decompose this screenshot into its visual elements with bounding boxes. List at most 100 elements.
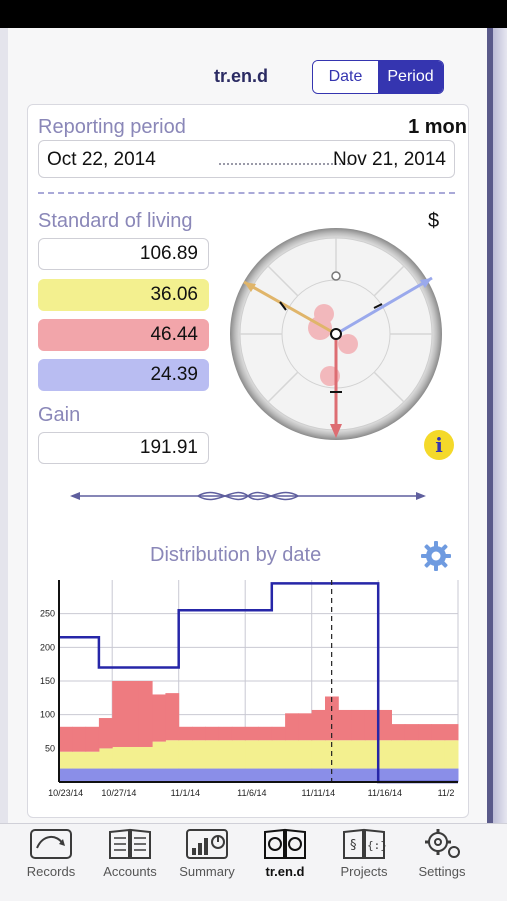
chart-x-tick-label: 11/11/14: [301, 788, 335, 798]
clock-dial[interactable]: [216, 228, 460, 442]
chart-bar-series-2: [231, 726, 246, 741]
chart-bar-series-1: [431, 740, 446, 769]
chart-x-tick-label: 11/16/14: [368, 788, 402, 798]
period-length[interactable]: 1 mon: [408, 116, 467, 139]
chart-bar-series-0: [138, 768, 153, 782]
chart-x-tick-label: 11/1/14: [171, 788, 200, 798]
chart-bar-series-1: [218, 740, 233, 769]
chart-bar-series-2: [311, 709, 326, 741]
chart-bar-series-0: [338, 768, 353, 782]
chart-bar-series-1: [391, 740, 406, 769]
app-title: tr.en.d: [214, 66, 269, 86]
chart-bar-series-1: [138, 746, 153, 769]
date-range-dots: [219, 163, 349, 165]
chart-bar-series-1: [364, 740, 379, 769]
chart-settings-gear-icon[interactable]: [420, 540, 452, 572]
segment-period[interactable]: Period: [378, 61, 443, 93]
gain-value[interactable]: 191.91: [38, 432, 209, 464]
chart-bar-series-1: [298, 740, 313, 769]
chart-bar-series-1: [98, 748, 113, 769]
chart-x-tick-label: 10/23/14: [48, 788, 83, 798]
svg-text:§: §: [350, 838, 357, 853]
chart-bar-series-1: [178, 740, 193, 769]
records-icon: [30, 829, 72, 859]
trend-icon: [264, 828, 306, 859]
chart-bar-series-1: [285, 740, 299, 769]
chart-bar-series-2: [351, 709, 366, 741]
section-divider: [38, 192, 455, 194]
chart-bar-series-1: [72, 751, 87, 769]
chart-bar-series-2: [125, 681, 140, 747]
reporting-period-label: Reporting period: [38, 116, 186, 138]
tab-projects[interactable]: § {:} Projects: [322, 824, 406, 901]
chart-bar-series-2: [205, 726, 220, 741]
chart-bar-series-2: [285, 713, 299, 741]
date-period-segmented-control[interactable]: Date Period: [312, 60, 444, 94]
chart-bar-series-0: [391, 768, 406, 782]
chart-bar-series-2: [59, 726, 73, 752]
info-icon[interactable]: i: [424, 430, 454, 460]
distribution-chart[interactable]: 50 100 150 200 250 10/23/14 10/27/14 11/1/14 11/…: [30, 572, 462, 802]
chart-bar-series-2: [178, 726, 193, 741]
chart-bar-series-0: [125, 768, 140, 782]
settings-icon: [425, 829, 460, 858]
tab-trend[interactable]: tr.en.d: [243, 824, 327, 901]
chart-bar-series-1: [351, 740, 366, 769]
segment-date[interactable]: Date: [313, 61, 378, 93]
chart-bar-series-0: [258, 768, 273, 782]
status-bar: [0, 0, 507, 28]
chart-bar-series-0: [444, 768, 459, 782]
tab-settings[interactable]: Settings: [400, 824, 484, 901]
summary-icon: [186, 829, 228, 859]
chart-x-tick-label: 10/27/14: [101, 788, 136, 798]
chart-bar-series-1: [231, 740, 246, 769]
tab-accounts[interactable]: Accounts: [88, 824, 172, 901]
chart-bar-series-0: [364, 768, 379, 782]
chart-bar-series-1: [418, 740, 432, 769]
chart-bar-series-2: [271, 726, 286, 741]
chart-bar-series-0: [192, 768, 206, 782]
chart-y-tick-label: 250: [40, 609, 55, 619]
chart-x-tick-label: 11/6/14: [237, 788, 266, 798]
chart-bar-series-2: [404, 724, 419, 741]
chart-bar-series-1: [192, 740, 206, 769]
tab-records[interactable]: Records: [9, 824, 93, 901]
chart-bar-series-2: [192, 726, 206, 741]
chart-bar-series-1: [338, 740, 353, 769]
chart-bar-series-2: [152, 694, 166, 742]
chart-bar-series-1: [152, 741, 166, 769]
chart-bar-series-0: [271, 768, 286, 782]
chart-bar-series-1: [311, 740, 326, 769]
chart-bar-series-2: [431, 724, 446, 741]
chart-bar-series-1: [271, 740, 286, 769]
standard-value-yellow[interactable]: 36.06: [38, 279, 209, 311]
chart-bar-series-1: [125, 746, 140, 769]
tab-summary[interactable]: Summary: [165, 824, 249, 901]
tab-bar: Records Accounts Summary tr.en.d § {:} P…: [0, 823, 507, 901]
chart-bar-series-2: [298, 713, 313, 741]
chart-title: Distribution by date: [150, 544, 322, 566]
standard-total-value[interactable]: 106.89: [38, 238, 209, 270]
chart-bar-series-0: [218, 768, 233, 782]
chart-bar-series-2: [391, 724, 406, 741]
chart-bar-series-2: [165, 693, 180, 741]
projects-icon: § {:}: [343, 828, 386, 859]
chart-bar-series-0: [245, 768, 259, 782]
chart-bar-series-1: [112, 746, 126, 769]
start-date[interactable]: Oct 22, 2014: [47, 149, 156, 171]
chart-bar-series-0: [205, 768, 220, 782]
end-date[interactable]: Nov 21, 2014: [333, 149, 446, 171]
chart-bar-series-0: [98, 768, 113, 782]
standard-value-red[interactable]: 46.44: [38, 319, 209, 351]
chart-bar-series-0: [85, 768, 100, 782]
date-range-field[interactable]: Oct 22, 2014 Nov 21, 2014: [38, 140, 455, 178]
standard-value-blue[interactable]: 24.39: [38, 359, 209, 391]
chart-x-tick-label: 11/2: [438, 788, 455, 798]
chart-y-tick-label: 100: [40, 710, 55, 720]
chart-bar-series-0: [59, 768, 73, 782]
chart-bar-series-1: [59, 751, 73, 769]
chart-bar-series-1: [245, 740, 259, 769]
chart-y-tick-label: 200: [40, 642, 55, 652]
chart-bar-series-0: [178, 768, 193, 782]
chart-bar-series-0: [231, 768, 246, 782]
